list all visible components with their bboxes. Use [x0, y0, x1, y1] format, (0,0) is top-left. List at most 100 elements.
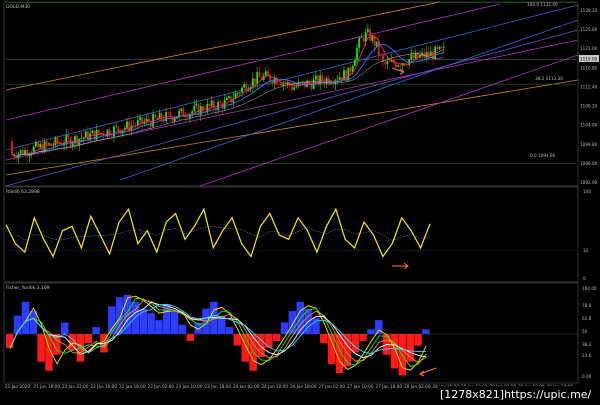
candle-body: [84, 131, 87, 138]
candle-body: [399, 65, 402, 66]
candle-body: [80, 138, 83, 139]
rsi-title: RSI(8) 63.2898: [6, 189, 40, 195]
fisher-bar: [225, 327, 234, 334]
rsi-y-tick: 32: [583, 248, 589, 253]
candle-body: [438, 46, 441, 50]
price-y-tick: 1092.00: [580, 180, 598, 185]
candle-body: [241, 87, 243, 93]
candle-body: [225, 98, 228, 101]
candle-body: [384, 62, 387, 65]
fib-label-top: 100.0 1132.40: [527, 2, 558, 7]
fisher-y-tick: 38.2: [582, 342, 592, 347]
fisher-y-tick: 23.6: [582, 353, 592, 358]
candle-body: [186, 117, 189, 119]
fib-label-mid: 38.2 1113.30: [535, 76, 563, 81]
candle-body: [243, 84, 246, 88]
x-axis-tick: 24 Jan 18:00: [290, 384, 317, 389]
fisher-y-tick: 78.6: [582, 303, 592, 308]
fisher-bar: [351, 334, 359, 353]
candle-body: [386, 61, 389, 65]
x-axis-tick: 23 Jan 10:00: [176, 384, 203, 389]
fisher-bar: [108, 306, 116, 334]
candle-body: [366, 29, 369, 33]
fisher-bar: [320, 334, 328, 344]
candle-body: [191, 111, 194, 114]
fisher-bar: [29, 311, 38, 334]
candle-body: [97, 129, 100, 134]
x-axis-tick: 23 Jan 02:00: [148, 384, 175, 389]
candle-body: [11, 141, 13, 155]
candle-body: [267, 71, 269, 75]
fisher-bar: [367, 329, 375, 334]
candle-body: [19, 149, 22, 154]
candle-body: [82, 137, 85, 139]
fisher-bar: [265, 334, 273, 348]
candle-body: [332, 83, 335, 84]
candle-body: [254, 78, 256, 84]
candle-body: [91, 130, 94, 134]
candle-body: [291, 85, 293, 90]
fisher-bar: [280, 322, 289, 334]
candle-body: [210, 100, 213, 106]
candle-body: [117, 126, 120, 131]
fisher-bar: [422, 329, 430, 334]
fisher-bar: [359, 334, 367, 341]
candle-body: [154, 114, 157, 118]
candle-body: [264, 71, 267, 76]
fisher-y-tick: 50: [582, 329, 588, 334]
fisher-bar: [186, 334, 195, 341]
candle-body: [442, 46, 445, 48]
price-y-tick: 1129.20: [580, 8, 598, 13]
candle-body: [410, 54, 413, 60]
rsi-y-tick: 100: [583, 189, 591, 194]
price-y-tick: 1099.80: [580, 142, 598, 147]
candle-body: [330, 83, 332, 84]
candle-body: [67, 135, 70, 138]
candle-body: [180, 108, 183, 112]
candle-body: [258, 72, 261, 78]
fisher-bar: [414, 334, 422, 346]
fisher-bar: [233, 334, 242, 346]
candle-body: [278, 84, 280, 85]
candle-body: [126, 121, 128, 128]
fisher-bar: [6, 334, 14, 348]
candle-body: [280, 84, 282, 86]
candle-body: [293, 87, 295, 90]
price-y-tick: 1104.00: [580, 123, 598, 128]
candle-body: [375, 41, 378, 46]
candle-body: [380, 54, 382, 56]
candle-body: [219, 101, 222, 103]
candle-body: [47, 143, 50, 145]
candle-body: [28, 154, 31, 157]
candle-body: [158, 112, 161, 120]
fisher-bar: [92, 327, 100, 334]
x-axis-tick: 27 Jan 02:00: [319, 384, 346, 389]
candle-body: [208, 103, 211, 106]
fisher-bar: [170, 311, 179, 334]
x-axis-tick: 22 Jan 10:00: [91, 384, 118, 389]
fisher-bar: [60, 322, 69, 334]
candle-body: [184, 116, 187, 118]
candle-body: [236, 92, 239, 94]
fisher-bar: [155, 320, 163, 334]
fisher-bar: [147, 313, 155, 334]
fisher-bar: [115, 297, 124, 334]
candle-body: [369, 29, 371, 41]
rsi-y-tick: 0: [583, 276, 586, 281]
candle-body: [336, 79, 339, 81]
chart-stage: 1129.20 1125.00 1121.00 1116.80 1112.40 1108.…: [3, 1, 599, 402]
x-axis-tick: 23 Jan 18:00: [205, 384, 232, 389]
candle-body: [37, 142, 39, 148]
candle-body: [156, 117, 159, 120]
candle-body: [397, 65, 400, 68]
candle-body: [345, 70, 348, 81]
fisher-bar: [272, 334, 281, 341]
candle-body: [349, 67, 352, 72]
x-axis-tick: 24 Jan 02:00: [233, 384, 260, 389]
price-title: GOLD,M30: [6, 4, 30, 10]
candle-body: [56, 137, 59, 144]
candle-body: [173, 118, 176, 122]
candle-body: [412, 54, 415, 59]
price-y-tick: 1108.20: [580, 104, 598, 109]
fisher-bar: [37, 334, 45, 362]
